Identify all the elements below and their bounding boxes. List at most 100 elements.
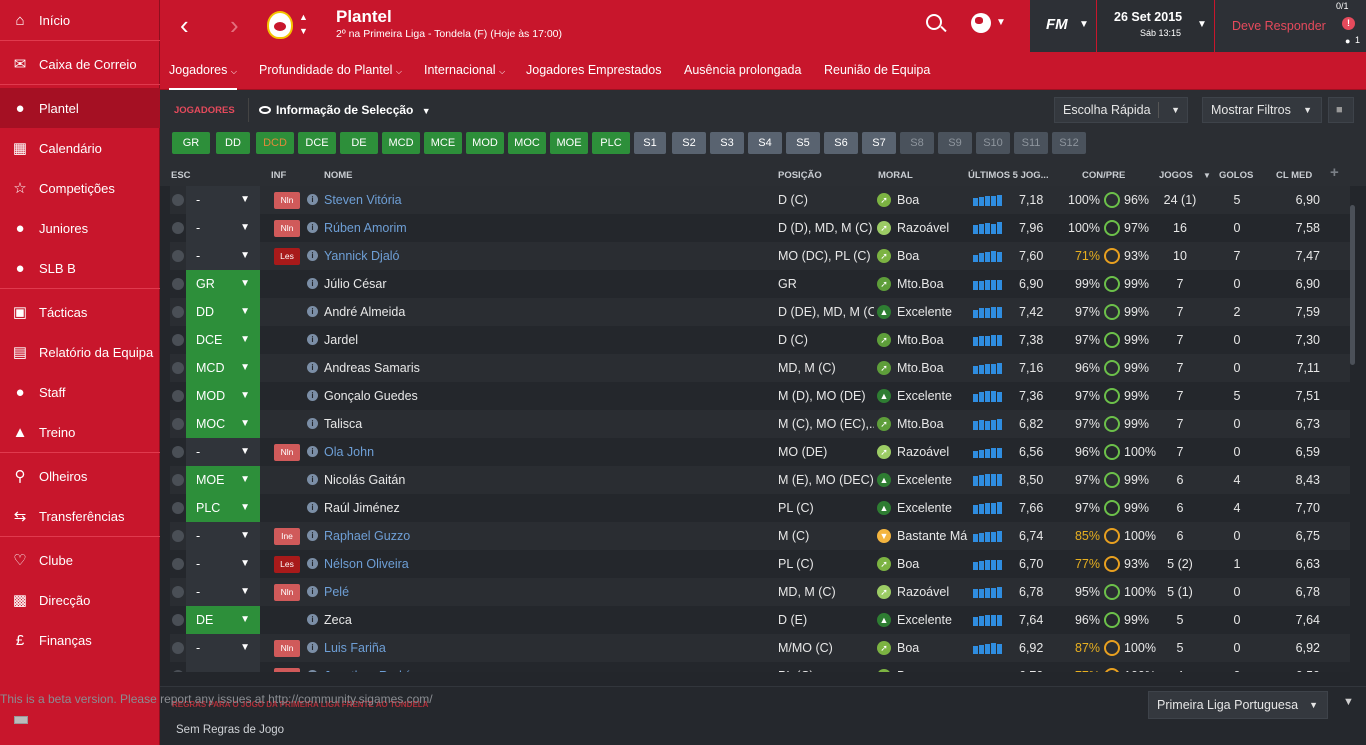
info-badge[interactable]: Nln [274, 192, 300, 209]
table-row[interactable]: -▼NlniJonathan RodríguezPL (C)➚Boa6,7077… [170, 662, 1350, 672]
sidebar-item-financas[interactable]: £ Finanças [0, 620, 160, 660]
info-badge[interactable]: Les [274, 248, 300, 265]
select-checkbox[interactable] [172, 194, 184, 206]
selection-dropdown[interactable]: DE ▼ [186, 606, 260, 634]
col-conpre[interactable]: CON/PRE [1082, 170, 1125, 181]
chevron-down-icon[interactable]: ▼ [996, 17, 1006, 28]
player-name[interactable]: Jonathan Rodríguez [324, 662, 624, 672]
select-checkbox[interactable] [172, 586, 184, 598]
select-checkbox[interactable] [172, 334, 184, 346]
player-name[interactable]: Rúben Amorim [324, 214, 624, 242]
table-row[interactable]: - ▼ Nln i Luis Fariña M/MO (C) ➚ Boa 6,92 87% 100%… [170, 634, 1350, 662]
selection-dropdown[interactable]: -▼ [186, 214, 260, 242]
chip-s1[interactable]: S1 [634, 132, 666, 154]
sidebar-item-juniores[interactable]: ● Juniores [0, 208, 160, 248]
selection-dropdown[interactable]: MOD ▼ [186, 382, 260, 410]
select-checkbox[interactable] [172, 474, 184, 486]
view-selector[interactable]: Informação de Selecção ▼ [259, 103, 431, 117]
info-icon[interactable]: i [307, 530, 318, 541]
player-name[interactable]: Yannick Djaló [324, 242, 624, 270]
chip-s11[interactable]: S11 [1014, 132, 1048, 154]
chip-dd[interactable]: DD [216, 132, 250, 154]
table-row[interactable]: - ▼ Les i Nélson Oliveira PL (C) ➚ Boa 6,70 77% 93… [170, 550, 1350, 578]
info-icon[interactable]: i [307, 474, 318, 485]
info-badge[interactable]: Les [274, 556, 300, 573]
info-icon[interactable]: i [307, 502, 318, 513]
selection-dropdown[interactable]: -▼ [186, 578, 260, 606]
selection-dropdown[interactable]: -▼ [186, 242, 260, 270]
table-row[interactable]: DE ▼ i Zeca D (E) ▲ Excelente 7,64 96% 99% 5 0 7,64 [170, 606, 1350, 634]
player-name[interactable]: Júlio César [324, 270, 624, 298]
select-checkbox[interactable] [172, 446, 184, 458]
table-row[interactable]: DCE ▼ i Jardel D (C) ➚ Mto.Boa 7,38 97% 99% 7 0 7,30 [170, 326, 1350, 354]
selection-dropdown[interactable]: -▼ [186, 522, 260, 550]
info-icon[interactable]: i [307, 278, 318, 289]
chip-s5[interactable]: S5 [786, 132, 820, 154]
sidebar-item-tacticas[interactable]: ▣ Tácticas [0, 292, 160, 332]
sidebar-item-transferencias[interactable]: ⇆ Transferências [0, 496, 160, 536]
table-row[interactable]: MOC ▼ i Talisca M (C), MO (EC),... ➚ Mto.Boa 6,… [170, 410, 1350, 438]
tab-reuniao[interactable]: Reunião de Equipa [824, 52, 930, 90]
select-checkbox[interactable] [172, 502, 184, 514]
chip-s2[interactable]: S2 [672, 132, 706, 154]
info-icon[interactable]: i [307, 334, 318, 345]
selection-dropdown[interactable]: GR ▼ [186, 270, 260, 298]
col-jogos[interactable]: JOGOS [1159, 170, 1193, 181]
player-name[interactable]: Steven Vitória [324, 186, 624, 214]
player-name[interactable]: André Almeida [324, 298, 624, 326]
chip-s10[interactable]: S10 [976, 132, 1010, 154]
globe-icon[interactable] [971, 13, 991, 33]
player-name[interactable]: Ola John [324, 438, 624, 466]
sidebar-item-olheiros[interactable]: ⚲ Olheiros [0, 456, 160, 496]
select-checkbox[interactable] [172, 390, 184, 402]
info-icon[interactable]: i [307, 614, 318, 625]
player-name[interactable]: Nicolás Gaitán [324, 466, 624, 494]
chip-s12[interactable]: S12 [1052, 132, 1086, 154]
fm-menu[interactable]: FM ▼ [1030, 0, 1096, 52]
sidebar-item-relatorio[interactable]: ▤ Relatório da Equipa [0, 332, 160, 372]
player-name[interactable]: Andreas Samaris [324, 354, 624, 382]
info-icon[interactable]: i [307, 362, 318, 373]
col-moral[interactable]: MORAL [878, 170, 913, 181]
select-checkbox[interactable] [172, 418, 184, 430]
selection-dropdown[interactable]: -▼ [186, 634, 260, 662]
selection-dropdown[interactable]: MCD ▼ [186, 354, 260, 382]
info-icon[interactable]: i [307, 390, 318, 401]
sidebar-item-competicoes[interactable]: ☆ Competições [0, 168, 160, 208]
info-icon[interactable]: i [307, 306, 318, 317]
forward-icon[interactable]: › [230, 10, 239, 40]
sidebar-item-calendario[interactable]: ▦ Calendário [0, 128, 160, 168]
table-row[interactable]: - ▼ Nln i Rúben Amorim D (D), MD, M (C) ➚ Razoá… [170, 214, 1350, 242]
player-name[interactable]: Raúl Jiménez [324, 494, 624, 522]
select-checkbox[interactable] [172, 614, 184, 626]
player-name[interactable]: Jardel [324, 326, 624, 354]
sidebar-item-staff[interactable]: ● Staff [0, 372, 160, 412]
sidebar-item-slb-b[interactable]: ● SLB B [0, 248, 160, 288]
selection-dropdown[interactable]: PLC ▼ [186, 494, 260, 522]
info-icon[interactable]: i [307, 586, 318, 597]
player-name[interactable]: Talisca [324, 410, 624, 438]
scrollbar[interactable] [1350, 205, 1355, 365]
info-icon[interactable]: i [307, 222, 318, 233]
player-name[interactable]: Nélson Oliveira [324, 550, 624, 578]
info-icon[interactable]: i [307, 642, 318, 653]
selection-dropdown[interactable]: DD ▼ [186, 298, 260, 326]
select-checkbox[interactable] [172, 306, 184, 318]
player-name[interactable]: Zeca [324, 606, 624, 634]
info-icon[interactable]: i [307, 194, 318, 205]
tab-internacional[interactable]: Internacional ⌵ [424, 52, 505, 90]
info-badge[interactable]: Ine [274, 528, 300, 545]
col-posicao[interactable]: POSIÇÃO [778, 170, 822, 181]
chip-dcd[interactable]: DCD [256, 132, 294, 154]
player-name[interactable]: Pelé [324, 578, 624, 606]
info-badge[interactable]: Nln [274, 444, 300, 461]
add-column-icon[interactable]: + [1330, 164, 1339, 181]
quick-pick-button[interactable]: Escolha Rápida ▼ [1054, 97, 1188, 123]
info-icon[interactable]: i [307, 670, 318, 672]
competition-selector[interactable]: Primeira Liga Portuguesa ▼ [1148, 691, 1328, 719]
select-checkbox[interactable] [172, 530, 184, 542]
sidebar-item-clube[interactable]: ♡ Clube [0, 540, 160, 580]
back-icon[interactable]: ‹ [180, 10, 189, 40]
table-row[interactable]: - ▼ Les i Yannick Djaló MO (DC), PL (C) ➚ Boa 7,… [170, 242, 1350, 270]
date-display[interactable]: 26 Set 2015 Sáb 13:15 ▼ [1097, 0, 1214, 52]
